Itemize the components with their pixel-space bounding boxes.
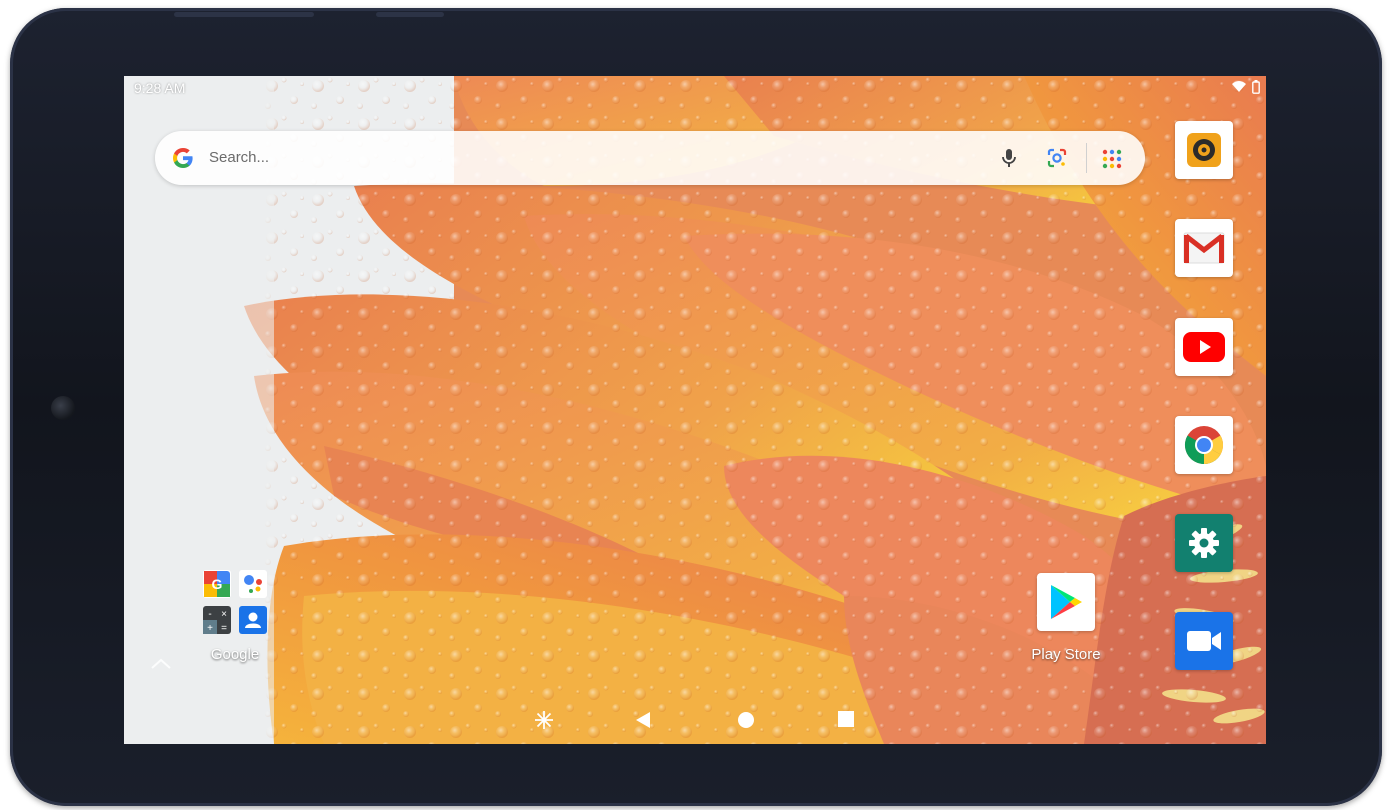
home-screen: 9:28 AM Search... G - × + = Google Play … bbox=[124, 76, 1266, 744]
google-g-icon bbox=[173, 148, 193, 168]
youtube-icon[interactable] bbox=[1175, 318, 1233, 376]
google-folder[interactable]: G - × + = bbox=[201, 568, 269, 636]
calculator-icon: - × + = bbox=[203, 606, 231, 634]
svg-text:×: × bbox=[221, 609, 227, 620]
google-search-bar[interactable]: Search... bbox=[155, 131, 1145, 185]
search-divider bbox=[1086, 143, 1087, 173]
search-placeholder: Search... bbox=[209, 149, 270, 166]
power-button bbox=[376, 12, 444, 17]
wifi-icon bbox=[1232, 81, 1246, 92]
google-lens-icon[interactable] bbox=[1045, 146, 1069, 170]
back-icon[interactable] bbox=[634, 710, 652, 730]
settings-icon[interactable] bbox=[1175, 514, 1233, 572]
status-icons bbox=[1232, 80, 1260, 94]
svg-text:=: = bbox=[221, 623, 227, 634]
battery-icon bbox=[1252, 80, 1260, 94]
volume-button bbox=[174, 12, 314, 17]
camera-app-icon[interactable] bbox=[1175, 121, 1233, 179]
home-icon[interactable] bbox=[736, 710, 756, 730]
google-folder-label: Google bbox=[210, 646, 260, 663]
screenshot-icon[interactable] bbox=[534, 710, 554, 730]
gmail-icon[interactable] bbox=[1175, 219, 1233, 277]
google-assistant-icon bbox=[239, 570, 267, 598]
google-search-icon: G bbox=[203, 570, 231, 598]
chrome-icon[interactable] bbox=[1175, 416, 1233, 474]
play-store-icon[interactable] bbox=[1037, 573, 1095, 631]
app-grid-icon[interactable] bbox=[1101, 148, 1123, 170]
chevron-up-icon[interactable] bbox=[150, 658, 172, 670]
microphone-icon[interactable] bbox=[997, 146, 1021, 170]
front-camera bbox=[51, 396, 75, 420]
recents-icon[interactable] bbox=[837, 710, 855, 728]
svg-text:+: + bbox=[207, 623, 213, 634]
navigation-bar bbox=[124, 704, 1266, 744]
play-store-label: Play Store bbox=[1031, 646, 1101, 663]
svg-text:-: - bbox=[208, 609, 211, 620]
contacts-icon bbox=[239, 606, 267, 634]
status-time: 9:28 AM bbox=[134, 80, 186, 96]
video-call-icon[interactable] bbox=[1175, 612, 1233, 670]
svg-text:G: G bbox=[212, 576, 223, 592]
